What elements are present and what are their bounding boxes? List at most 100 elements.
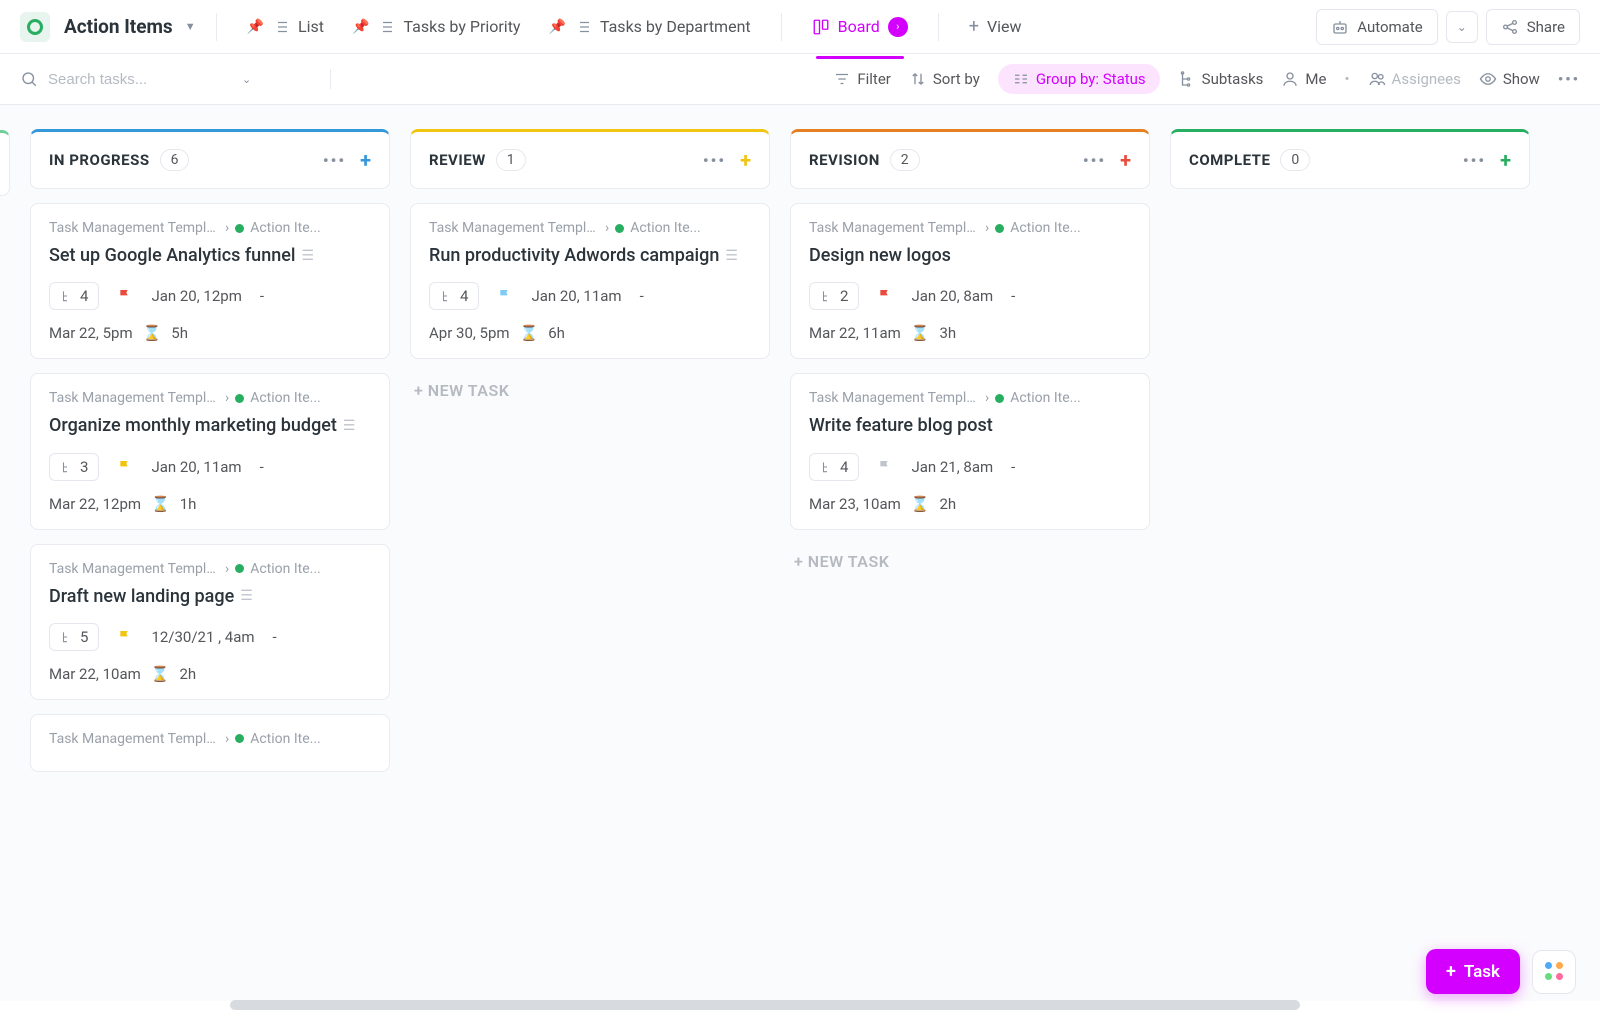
- label: Me: [1305, 70, 1326, 88]
- add-view-button[interactable]: + View: [959, 8, 1032, 45]
- horizontal-scrollbar[interactable]: [230, 1000, 1300, 1010]
- board-view-icon: [812, 18, 830, 36]
- view-tab-list[interactable]: 📌 List: [237, 9, 334, 44]
- start-date: Jan 20, 8am: [911, 287, 993, 305]
- subtasks-icon: [1178, 70, 1196, 88]
- task-card[interactable]: Task Management Templat...›Action Ite...…: [30, 544, 390, 700]
- description-icon: ☰: [301, 248, 314, 264]
- column-add-button[interactable]: +: [740, 148, 751, 172]
- divider: [781, 13, 782, 41]
- column-add-button[interactable]: +: [360, 148, 371, 172]
- column-menu-button[interactable]: •••: [1463, 151, 1486, 170]
- list-view-icon: [574, 18, 592, 36]
- tab-label: Tasks by Priority: [403, 17, 520, 36]
- priority-flag-icon[interactable]: [117, 459, 133, 475]
- column-menu-button[interactable]: •••: [1083, 151, 1106, 170]
- duration: 1h: [180, 495, 197, 513]
- label: Subtasks: [1202, 70, 1264, 88]
- end-date: Apr 30, 5pm: [429, 324, 510, 342]
- chevron-right-icon: ›: [985, 220, 989, 236]
- search-input[interactable]: [48, 71, 228, 88]
- new-task-button[interactable]: + NEW TASK: [410, 373, 770, 408]
- column-add-button[interactable]: +: [1120, 148, 1131, 172]
- subtask-count[interactable]: 4: [49, 282, 99, 310]
- column-menu-button[interactable]: •••: [703, 151, 726, 170]
- column-title: COMPLETE: [1189, 151, 1270, 169]
- groupby-button[interactable]: Group by: Status: [998, 64, 1160, 94]
- search-icon: [20, 70, 38, 88]
- priority-flag-icon[interactable]: [497, 288, 513, 304]
- crumb-list: Action Ite...: [250, 220, 321, 236]
- tab-label: Board: [838, 17, 880, 36]
- task-card[interactable]: Task Management Templat...›Action Ite...…: [30, 203, 390, 359]
- task-card[interactable]: Task Management Templat...›Action Ite...…: [790, 203, 1150, 359]
- task-title: Run productivity Adwords campaign☰: [429, 244, 751, 268]
- automate-button[interactable]: Automate: [1316, 9, 1437, 45]
- view-tab-department[interactable]: 📌 Tasks by Department: [539, 9, 761, 44]
- breadcrumb: Task Management Templat...›Action Ite...: [49, 220, 371, 236]
- priority-flag-icon[interactable]: [877, 288, 893, 304]
- hourglass-icon: ⌛: [520, 324, 539, 342]
- task-card[interactable]: Task Management Templat...›Action Ite...…: [790, 373, 1150, 529]
- board: IN PROGRESS6•••+Task Management Templat.…: [0, 105, 1600, 1001]
- list-dot-icon: [235, 564, 244, 573]
- task-card[interactable]: Task Management Templat...›Action Ite...…: [30, 373, 390, 529]
- end-date: Mar 22, 10am: [49, 665, 141, 683]
- me-button[interactable]: Me: [1281, 70, 1326, 88]
- apps-fab[interactable]: [1532, 950, 1576, 994]
- show-button[interactable]: Show: [1479, 70, 1540, 88]
- view-tab-board[interactable]: Board ›: [802, 9, 918, 45]
- subtask-count[interactable]: 4: [429, 282, 479, 310]
- subtask-count[interactable]: 3: [49, 453, 99, 481]
- subtasks-button[interactable]: Subtasks: [1178, 70, 1264, 88]
- column-header: COMPLETE0•••+: [1170, 129, 1530, 189]
- date-dash: -: [640, 287, 644, 305]
- breadcrumb: Task Management Templat...›Action Ite...: [49, 390, 371, 406]
- robot-icon: [1331, 18, 1349, 36]
- end-date: Mar 23, 10am: [809, 495, 901, 513]
- top-bar: Action Items ▼ 📌 List 📌 Tasks by Priorit…: [0, 0, 1600, 54]
- list-view-icon: [272, 18, 290, 36]
- search-chevron-icon[interactable]: ⌄: [242, 73, 251, 86]
- priority-flag-icon[interactable]: [877, 459, 893, 475]
- priority-flag-icon[interactable]: [117, 288, 133, 304]
- end-date: Mar 22, 12pm: [49, 495, 141, 513]
- column-menu-button[interactable]: •••: [323, 151, 346, 170]
- new-task-button[interactable]: + NEW TASK: [790, 544, 1150, 579]
- assignees-button[interactable]: Assignees: [1368, 70, 1461, 88]
- subtask-count[interactable]: 5: [49, 623, 99, 651]
- subtask-count[interactable]: 2: [809, 282, 859, 310]
- crumb-folder: Task Management Templat...: [429, 220, 599, 236]
- filter-button[interactable]: Filter: [833, 70, 891, 88]
- subtask-count[interactable]: 4: [809, 453, 859, 481]
- hourglass-icon: ⌛: [151, 665, 170, 683]
- collapsed-column[interactable]: [0, 130, 10, 196]
- crumb-list: Action Ite...: [630, 220, 701, 236]
- title-chevron-icon[interactable]: ▼: [185, 20, 196, 33]
- hourglass-icon: ⌛: [911, 324, 930, 342]
- more-menu-button[interactable]: •••: [1558, 70, 1580, 88]
- task-card[interactable]: Task Management Templat...›Action Ite...: [30, 714, 390, 772]
- view-tab-priority[interactable]: 📌 Tasks by Priority: [342, 9, 530, 44]
- tab-label: View: [987, 17, 1022, 36]
- apps-icon: [1545, 962, 1564, 981]
- automate-menu-button[interactable]: ⌄: [1446, 11, 1478, 43]
- duration: 6h: [548, 324, 565, 342]
- eye-icon: [1479, 70, 1497, 88]
- crumb-list: Action Ite...: [250, 390, 321, 406]
- task-card[interactable]: Task Management Templat...›Action Ite...…: [410, 203, 770, 359]
- sort-button[interactable]: Sort by: [909, 70, 980, 88]
- new-task-fab[interactable]: + Task: [1426, 949, 1520, 994]
- button-label: Automate: [1357, 18, 1422, 36]
- date-dash: -: [260, 458, 264, 476]
- duration: 2h: [939, 495, 956, 513]
- group-icon: [1012, 70, 1030, 88]
- end-date: Mar 22, 11am: [809, 324, 901, 342]
- column-add-button[interactable]: +: [1500, 148, 1511, 172]
- list-dot-icon: [995, 224, 1004, 233]
- breadcrumb: Task Management Templat...›Action Ite...: [49, 561, 371, 577]
- board-play-icon[interactable]: ›: [888, 17, 908, 37]
- priority-flag-icon[interactable]: [117, 629, 133, 645]
- share-button[interactable]: Share: [1486, 9, 1580, 45]
- divider: [216, 13, 217, 41]
